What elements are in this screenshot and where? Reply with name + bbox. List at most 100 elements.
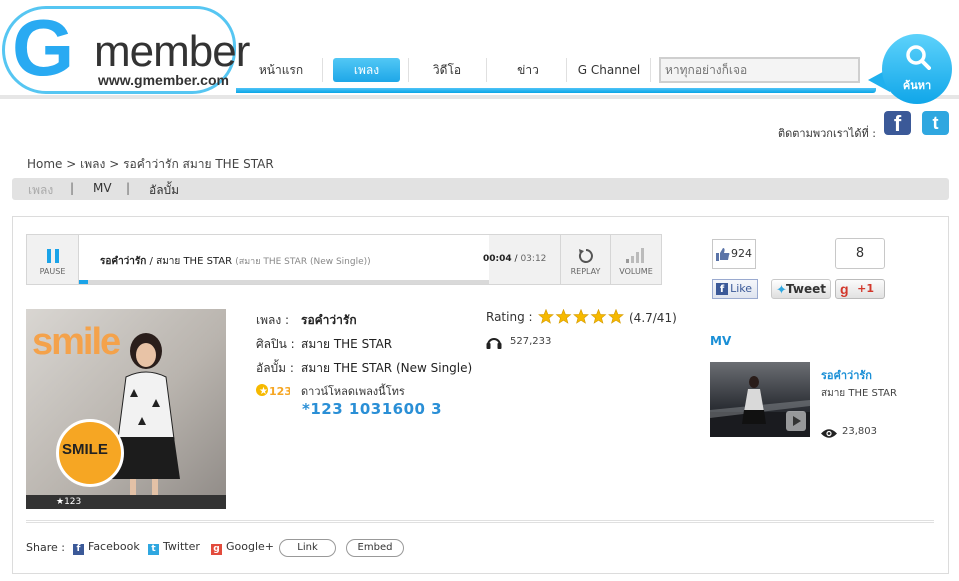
rating-star[interactable] xyxy=(538,309,554,324)
subtab-separator: | xyxy=(126,181,131,195)
replay-icon xyxy=(578,249,593,263)
facebook-like-count: 924 xyxy=(712,239,756,269)
google-plus-icon: g xyxy=(211,544,222,555)
search-icon xyxy=(906,45,931,70)
site-header: G member www.gmember.com หน้าแรก เพลง วิ… xyxy=(0,0,959,104)
replay-button[interactable]: REPLAY xyxy=(560,235,610,284)
subtab-mv[interactable]: MV xyxy=(93,181,112,195)
google-plus-button[interactable]: g +1 xyxy=(835,279,885,299)
breadcrumb: Home > เพลง > รอคำว่ารัก สมาย THE STAR xyxy=(27,155,274,174)
share-facebook-label: Facebook xyxy=(88,540,140,553)
facebook-like-button[interactable]: f Like xyxy=(712,279,758,299)
twitter-follow-icon[interactable]: t xyxy=(922,111,949,135)
nav-separator xyxy=(408,58,409,82)
audio-player: PAUSE รอคำว่ารัก / สมาย THE STAR (สมาย T… xyxy=(26,234,662,285)
nav-home[interactable]: หน้าแรก xyxy=(248,58,314,82)
volume-button[interactable]: VOLUME xyxy=(610,235,661,284)
share-twitter-link[interactable]: t Twitter xyxy=(148,540,200,555)
nav-accent-strip xyxy=(236,88,876,93)
album-cover: smile SMILE ★123 xyxy=(26,309,226,509)
code-123-text: 123 xyxy=(269,385,290,397)
subtab-song[interactable]: เพลง xyxy=(28,181,53,200)
breadcrumb-current: รอคำว่ารัก สมาย THE STAR xyxy=(123,157,274,171)
song-subtabs: เพลง | MV | อัลบั้ม xyxy=(12,178,949,200)
download-code: *123 1031600 3 xyxy=(302,400,443,418)
rating-star[interactable] xyxy=(608,309,624,324)
mv-artist: สมาย THE STAR xyxy=(821,388,897,399)
play-count: 527,233 xyxy=(510,336,552,347)
subtab-album[interactable]: อัลบั้ม xyxy=(149,181,179,200)
now-playing-album: (สมาย THE STAR (New Single)) xyxy=(235,257,371,267)
nav-video[interactable]: วิดีโอ xyxy=(418,58,476,82)
mv-view-count: 23,803 xyxy=(842,426,877,437)
progress-fill xyxy=(79,280,88,284)
share-googleplus-label: Google+ xyxy=(226,540,275,553)
like-count-value: 924 xyxy=(731,247,752,260)
now-playing-song: รอคำว่ารัก xyxy=(100,256,147,267)
google-plus-label: +1 xyxy=(857,282,874,295)
nav-separator xyxy=(650,58,651,82)
cover-badge-text: SMILE xyxy=(62,441,108,458)
logo-letter-g: G xyxy=(12,3,74,92)
breadcrumb-section[interactable]: เพลง xyxy=(80,157,105,171)
rating-value: (4.7/41) xyxy=(629,311,677,325)
headphones-icon xyxy=(486,338,502,349)
share-facebook-link[interactable]: f Facebook xyxy=(73,540,140,555)
share-link-button[interactable]: Link xyxy=(279,539,336,557)
now-playing-artist: สมาย THE STAR xyxy=(156,256,233,267)
mv-title-link[interactable]: รอคำว่ารัก xyxy=(821,366,872,384)
nav-g-channel[interactable]: G Channel xyxy=(575,58,643,82)
nav-separator xyxy=(322,58,323,82)
search-input[interactable] xyxy=(659,57,860,83)
twitter-bird-icon: ✦ xyxy=(776,283,787,298)
rating-star[interactable] xyxy=(573,309,589,324)
follow-us-label: ติดตามพวกเราได้ที่ : xyxy=(778,127,876,140)
breadcrumb-separator: > xyxy=(66,157,77,171)
share-twitter-label: Twitter xyxy=(163,540,200,553)
song-title: รอคำว่ารัก xyxy=(301,313,357,327)
album-name[interactable]: สมาย THE STAR (New Single) xyxy=(301,359,472,378)
rating-stars[interactable] xyxy=(538,309,624,325)
nav-separator xyxy=(566,58,567,82)
pause-button[interactable]: PAUSE xyxy=(27,235,79,284)
tweet-button[interactable]: ✦ Tweet xyxy=(771,279,831,299)
gmember-logo[interactable]: G member www.gmember.com xyxy=(2,2,250,97)
rating-star[interactable] xyxy=(555,309,572,324)
google-plus-icon: g xyxy=(840,281,849,297)
share-googleplus-link[interactable]: g Google+ xyxy=(211,540,274,555)
facebook-icon: f xyxy=(716,283,728,295)
facebook-follow-icon[interactable]: f xyxy=(884,111,911,136)
subtab-separator: | xyxy=(70,181,75,195)
volume-label: VOLUME xyxy=(619,267,653,276)
artist-name[interactable]: สมาย THE STAR xyxy=(301,335,392,354)
nav-separator xyxy=(486,58,487,82)
time-total: 03:12 xyxy=(520,254,547,264)
song-title-label: เพลง : xyxy=(256,313,290,327)
replay-label: REPLAY xyxy=(570,267,601,276)
pause-icon xyxy=(47,249,59,263)
volume-icon xyxy=(626,248,644,263)
tweet-button-label: Tweet xyxy=(786,282,826,296)
pause-label: PAUSE xyxy=(39,267,66,276)
mv-heading[interactable]: MV xyxy=(710,334,731,348)
rating-label: Rating : xyxy=(486,310,533,324)
mv-play-icon[interactable] xyxy=(786,411,806,431)
breadcrumb-separator: > xyxy=(109,157,120,171)
search-button[interactable]: ค้นหา xyxy=(868,32,954,106)
logo-url: www.gmember.com xyxy=(98,72,229,88)
logo-wordmark: member xyxy=(94,27,250,76)
nav-songs[interactable]: เพลง xyxy=(333,58,400,82)
nav-news[interactable]: ข่าว xyxy=(496,58,560,82)
breadcrumb-home[interactable]: Home xyxy=(27,157,62,171)
eye-icon xyxy=(821,429,837,438)
album-label: อัลบั้ม : xyxy=(256,361,294,375)
code-123-logo: ★ 123 xyxy=(256,384,290,397)
rating-star[interactable] xyxy=(590,309,607,324)
progress-bar[interactable] xyxy=(79,280,489,284)
share-embed-button[interactable]: Embed xyxy=(346,539,404,557)
search-button-label: ค้นหา xyxy=(902,79,932,92)
time-separator: / xyxy=(514,254,518,264)
svg-text:★: ★ xyxy=(259,386,268,397)
google-plus-count: 8 xyxy=(835,238,885,269)
like-button-label: Like xyxy=(730,282,752,295)
